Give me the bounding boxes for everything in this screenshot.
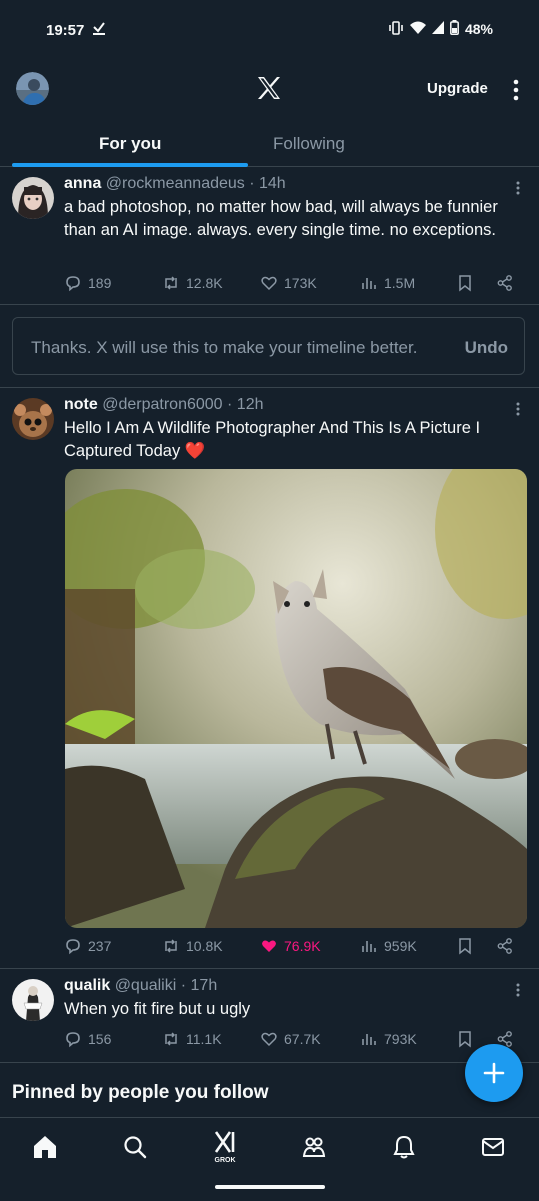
post-text: a bad photoshop, no matter how bad, will… xyxy=(64,198,498,239)
like-count: 173K xyxy=(284,275,317,291)
profile-avatar[interactable] xyxy=(16,72,49,110)
upgrade-button[interactable]: Upgrade xyxy=(427,80,488,97)
x-logo-icon[interactable] xyxy=(257,77,281,104)
wifi-icon xyxy=(409,21,426,38)
avatar[interactable] xyxy=(12,398,54,440)
undo-button[interactable]: Undo xyxy=(465,338,508,358)
like-icon xyxy=(261,1032,277,1047)
post-time: · 12h xyxy=(227,396,264,413)
reply-icon xyxy=(66,276,80,292)
bookmark-icon[interactable] xyxy=(456,274,474,292)
like-button[interactable]: 76.9K xyxy=(260,937,321,955)
search-icon[interactable] xyxy=(122,1134,148,1160)
post-more-icon[interactable] xyxy=(510,983,526,997)
author-name[interactable]: note xyxy=(64,396,98,413)
post-author: note @derpatron6000 · 12h xyxy=(64,396,263,414)
status-time: 19:57 xyxy=(46,22,85,39)
grok-label: GROK xyxy=(214,1157,236,1164)
grok-icon[interactable]: GROK xyxy=(210,1130,240,1164)
reply-button[interactable]: 237 xyxy=(64,937,111,955)
views-count: 1.5M xyxy=(384,275,416,291)
like-icon xyxy=(262,940,276,952)
repost-count: 10.8K xyxy=(186,938,223,954)
like-count: 67.7K xyxy=(284,1031,321,1047)
views-button[interactable]: 793K xyxy=(360,1030,417,1048)
post-actions: 237 10.8K 76.9K 959K xyxy=(64,937,524,959)
gesture-bar xyxy=(215,1185,325,1189)
battery-percent: 48% xyxy=(464,21,493,37)
post-text: When yo fit fire but u ugly xyxy=(64,1000,251,1018)
author-name[interactable]: anna xyxy=(64,175,101,192)
post-actions: 189 12.8K 173K 1.5M xyxy=(64,274,524,296)
views-button[interactable]: 1.5M xyxy=(360,274,415,292)
notifications-icon[interactable] xyxy=(391,1134,417,1160)
post-text: Hello I Am A Wildlife Photographer And T… xyxy=(64,419,481,460)
pinned-section-title: Pinned by people you follow xyxy=(12,1082,269,1103)
tab-for-you[interactable]: For you xyxy=(99,134,161,154)
vibrate-icon xyxy=(388,20,404,38)
battery-icon xyxy=(450,20,459,38)
like-button[interactable]: 173K xyxy=(260,274,317,292)
post-image[interactable] xyxy=(65,469,527,928)
like-button[interactable]: 67.7K xyxy=(260,1030,321,1048)
author-name[interactable]: qualik xyxy=(64,977,110,994)
timeline-tabs: For you Following xyxy=(0,122,539,167)
more-vertical-icon[interactable] xyxy=(511,79,521,106)
like-icon xyxy=(261,276,277,291)
author-handle[interactable]: @rockmeannadeus xyxy=(106,175,245,192)
share-icon[interactable] xyxy=(496,274,514,292)
author-handle[interactable]: @derpatron6000 xyxy=(102,396,222,413)
feedback-message: Thanks. X will use this to make your tim… xyxy=(31,338,418,357)
reply-button[interactable]: 156 xyxy=(64,1030,111,1048)
post-author: qualik @qualiki · 17h xyxy=(64,977,217,995)
repost-icon xyxy=(165,276,177,290)
views-count: 959K xyxy=(384,938,417,954)
views-icon xyxy=(362,941,376,952)
views-icon xyxy=(362,1034,376,1045)
post-time: · 14h xyxy=(249,175,286,192)
repost-button[interactable]: 10.8K xyxy=(162,937,223,955)
post[interactable]: anna @rockmeannadeus · 14h a bad photosh… xyxy=(0,167,539,305)
repost-count: 11.1K xyxy=(186,1031,222,1047)
post-time: · 17h xyxy=(180,977,218,994)
reply-count: 237 xyxy=(88,938,112,954)
post-more-icon[interactable] xyxy=(510,402,526,416)
like-count: 76.9K xyxy=(284,938,321,954)
home-icon[interactable] xyxy=(32,1134,58,1160)
reply-count: 189 xyxy=(88,275,112,291)
signal-icon xyxy=(431,21,444,37)
reply-icon xyxy=(66,1032,80,1048)
bookmark-icon[interactable] xyxy=(456,937,474,955)
reply-count: 156 xyxy=(88,1031,112,1047)
avatar[interactable] xyxy=(12,177,54,219)
compose-button[interactable] xyxy=(465,1044,523,1102)
repost-icon xyxy=(165,939,177,953)
post[interactable]: qualik @qualiki · 17h When yo fit fire b… xyxy=(0,969,539,1063)
repost-button[interactable]: 11.1K xyxy=(162,1030,222,1048)
communities-icon[interactable] xyxy=(301,1134,327,1160)
avatar[interactable] xyxy=(12,979,54,1021)
messages-icon[interactable] xyxy=(480,1134,506,1160)
reply-button[interactable]: 189 xyxy=(64,274,111,292)
repost-icon xyxy=(165,1032,177,1046)
download-icon xyxy=(92,20,106,41)
share-icon[interactable] xyxy=(496,937,514,955)
feedback-banner: Thanks. X will use this to make your tim… xyxy=(12,317,525,375)
post-author: anna @rockmeannadeus · 14h xyxy=(64,175,286,193)
status-bar: 19:57 48% xyxy=(0,0,539,60)
plus-icon xyxy=(483,1062,505,1084)
repost-count: 12.8K xyxy=(186,275,223,291)
post-actions: 156 11.1K 67.7K 793K xyxy=(64,1030,524,1052)
tab-following[interactable]: Following xyxy=(273,134,345,154)
views-count: 793K xyxy=(384,1031,417,1047)
views-icon xyxy=(362,278,376,289)
views-button[interactable]: 959K xyxy=(360,937,417,955)
reply-icon xyxy=(66,939,80,955)
author-handle[interactable]: @qualiki xyxy=(115,977,177,994)
repost-button[interactable]: 12.8K xyxy=(162,274,223,292)
post-more-icon[interactable] xyxy=(510,181,526,195)
